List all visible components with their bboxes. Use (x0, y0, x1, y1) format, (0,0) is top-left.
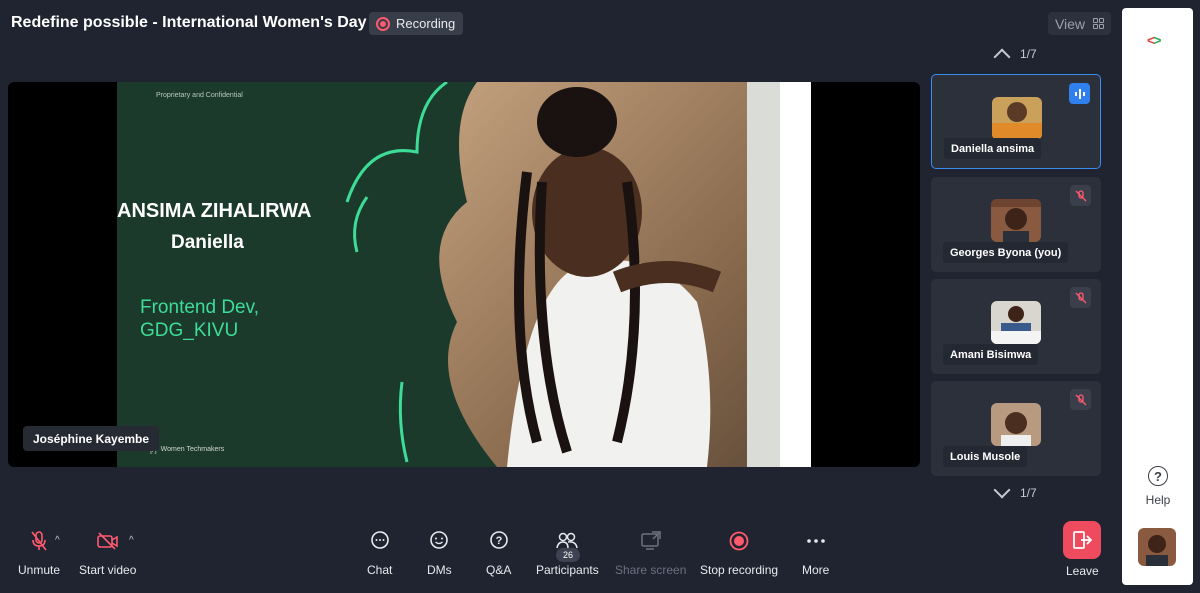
chevron-up-icon (993, 48, 1011, 66)
stop-recording-button[interactable]: Stop recording (700, 528, 778, 577)
participant-photo (991, 199, 1041, 242)
help-button[interactable]: ? Help (1133, 466, 1183, 507)
slide-role-line1: Frontend Dev, (140, 297, 259, 318)
participant-tile[interactable]: Daniella ansima (931, 74, 1101, 169)
participants-page-down[interactable]: 1/7 (993, 481, 1037, 500)
participant-name: Louis Musole (943, 446, 1028, 467)
question-icon: ? (488, 528, 510, 554)
avatar (992, 97, 1042, 140)
share-screen-icon (640, 528, 662, 554)
stop-recording-label: Stop recording (700, 563, 779, 577)
slide-role-line2: GDG_KIVU (140, 320, 239, 341)
qa-label: Q&A (486, 563, 512, 577)
start-video-label: Start video (79, 563, 137, 577)
chevron-down-icon (993, 481, 1011, 499)
slide-confidential-note: Proprietary and Confidential (156, 92, 243, 99)
chat-icon (369, 528, 391, 554)
record-icon (728, 528, 750, 554)
slide-name-line2: Daniella (171, 232, 244, 253)
more-label: More (802, 563, 830, 577)
view-label: View (1054, 15, 1086, 32)
participant-photo (992, 97, 1042, 140)
help-label: Help (1145, 493, 1171, 507)
speaker-video-photo (439, 82, 811, 467)
mic-off-icon (1075, 189, 1086, 201)
leave-label: Leave (1066, 564, 1099, 578)
participant-photo (991, 301, 1041, 344)
participants-page-indicator-top: 1/7 (1020, 47, 1037, 61)
avatar (991, 199, 1041, 242)
dms-button[interactable]: DMs (427, 528, 452, 577)
more-button[interactable]: More (802, 528, 829, 577)
participant-name: Daniella ansima (944, 138, 1042, 159)
meeting-title: Redefine possible - International Women'… (11, 14, 367, 31)
avatar[interactable] (1138, 528, 1176, 566)
view-button[interactable]: View (1048, 12, 1111, 35)
participant-name: Amani Bisimwa (943, 344, 1039, 365)
leave-door-icon (1073, 531, 1092, 549)
dms-label: DMs (427, 563, 452, 577)
main-video-stage[interactable]: Proprietary and Confidential ANSIMA ZIHA… (8, 82, 920, 467)
grid-layout-icon (1093, 18, 1105, 29)
avatar (991, 403, 1041, 446)
gdg-logo-icon: <> (1147, 32, 1161, 48)
muted-indicator (1070, 389, 1091, 410)
slide-footer-brand: [/] Women Techmakers (150, 445, 224, 454)
participant-photo (991, 403, 1041, 446)
audio-wave-icon (1074, 88, 1085, 99)
share-screen-button[interactable]: Share screen (615, 528, 686, 577)
participants-page-indicator-bottom: 1/7 (1020, 486, 1037, 500)
presentation-slide: Proprietary and Confidential ANSIMA ZIHA… (117, 82, 811, 467)
mic-off-icon (29, 528, 49, 554)
recording-icon (376, 16, 390, 31)
participants-count-badge: 26 (556, 548, 580, 562)
participants-label: Participants (536, 563, 599, 577)
muted-indicator (1070, 287, 1091, 308)
participant-tile[interactable]: Georges Byona (you) (931, 177, 1101, 272)
slide-name-line1: ANSIMA ZIHALIRWA (117, 200, 312, 222)
slide-footer-label: Women Techmakers (160, 446, 225, 453)
participants-page-up[interactable]: 1/7 (993, 45, 1037, 66)
user-photo (1138, 528, 1176, 566)
audio-options-chevron-icon[interactable]: ^ (55, 535, 60, 546)
video-options-chevron-icon[interactable]: ^ (129, 535, 134, 546)
more-dots-icon (805, 528, 827, 554)
slide-role: Frontend Dev, GDG_KIVU (140, 296, 259, 342)
share-screen-label: Share screen (615, 563, 687, 577)
leave-button[interactable] (1063, 521, 1101, 559)
speaking-indicator (1069, 83, 1090, 104)
video-white-edge (780, 82, 811, 467)
unmute-button[interactable]: Unmute (18, 528, 60, 577)
right-rail: <> ? Help (1122, 8, 1193, 585)
unmute-label: Unmute (18, 563, 61, 577)
start-video-button[interactable]: Start video (79, 528, 136, 577)
mic-off-icon (1075, 393, 1086, 405)
recording-label: Recording (396, 16, 456, 31)
mic-off-icon (1075, 291, 1086, 303)
svg-text:?: ? (495, 535, 502, 547)
qa-button[interactable]: ? Q&A (486, 528, 511, 577)
participant-tile[interactable]: Louis Musole (931, 381, 1101, 476)
help-icon: ? (1148, 466, 1168, 486)
muted-indicator (1070, 185, 1091, 206)
avatar (991, 301, 1041, 344)
video-off-icon (96, 528, 119, 554)
chat-button[interactable]: Chat (367, 528, 392, 577)
chat-label: Chat (367, 563, 393, 577)
participant-name: Georges Byona (you) (943, 242, 1069, 263)
dm-smiley-icon (428, 528, 450, 554)
participant-tile[interactable]: Amani Bisimwa (931, 279, 1101, 374)
recording-indicator: Recording (369, 12, 464, 35)
active-speaker-name: Joséphine Kayembe (23, 426, 160, 451)
